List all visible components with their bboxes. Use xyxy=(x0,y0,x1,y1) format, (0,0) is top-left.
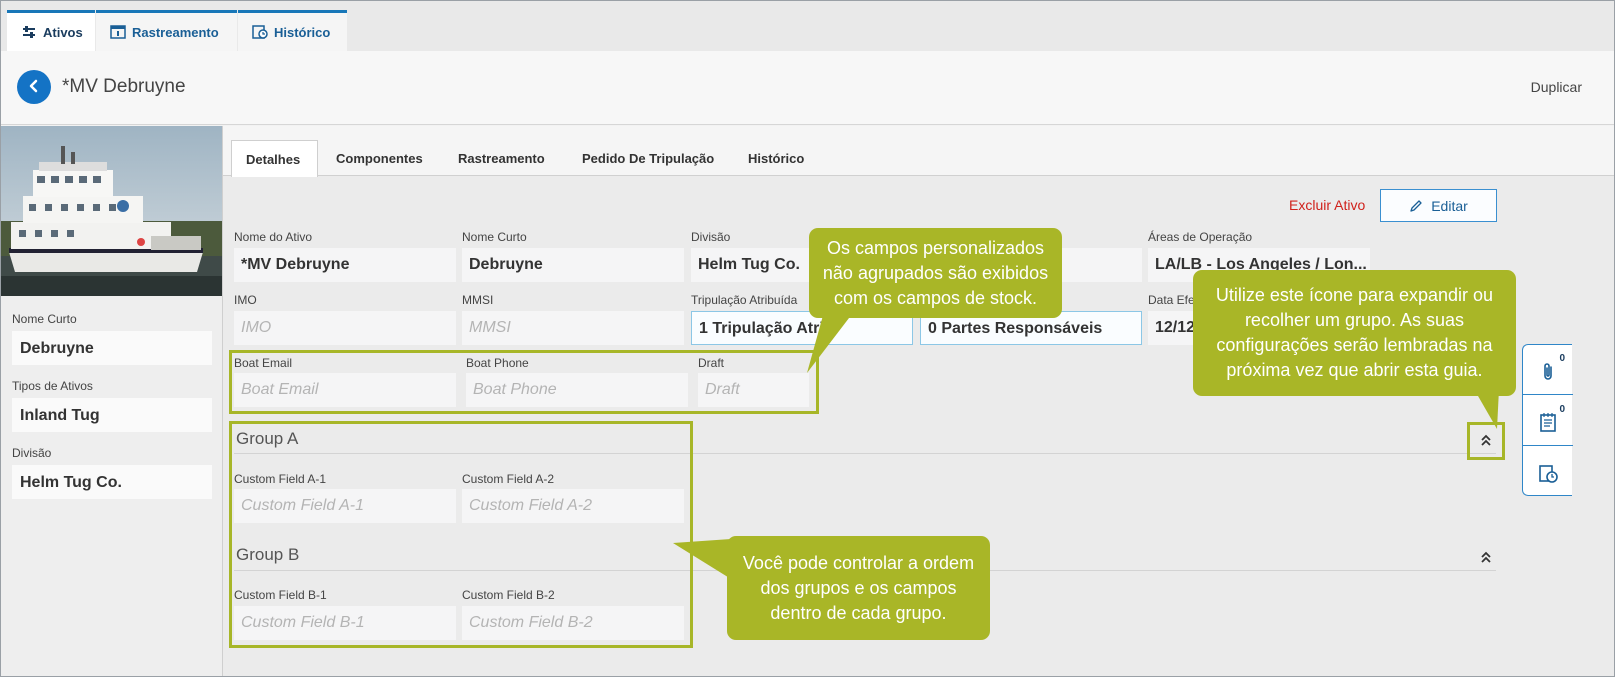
notes-button[interactable]: 0 xyxy=(1523,396,1573,446)
tab-historico[interactable]: Histórico xyxy=(734,140,818,177)
top-tab-rastreamento[interactable]: Rastreamento xyxy=(96,10,237,51)
chevron-left-icon xyxy=(27,77,41,98)
detail-tab-bar: Detalhes Componentes Rastreamento Pedido… xyxy=(223,126,1614,177)
asset-summary-panel: Nome Curto Debruyne Tipos de Ativos Inla… xyxy=(1,126,223,676)
pencil-icon xyxy=(1409,199,1423,213)
history-button[interactable] xyxy=(1523,447,1573,497)
page-title: *MV Debruyne xyxy=(62,76,186,97)
left-field-label: Nome Curto xyxy=(12,312,77,326)
notes-icon xyxy=(1538,412,1558,434)
top-tab-label: Rastreamento xyxy=(132,24,219,40)
left-field-value: Inland Tug xyxy=(12,398,212,432)
asset-header: *MV Debruyne Duplicar xyxy=(1,51,1614,125)
top-tab-ativos[interactable]: Ativos xyxy=(7,10,95,51)
history-icon xyxy=(252,25,268,39)
left-field-label: Tipos de Ativos xyxy=(12,379,93,393)
short-name-field[interactable]: Debruyne xyxy=(462,248,684,282)
field-label: IMO xyxy=(234,293,257,307)
field-label: Divisão xyxy=(691,230,731,244)
left-field-label: Divisão xyxy=(12,446,52,460)
left-field-value: Helm Tug Co. xyxy=(12,465,212,499)
tab-pedido-de-tripulacao[interactable]: Pedido De Tripulação xyxy=(568,140,728,177)
field-label: Tripulação Atribuída xyxy=(691,293,798,307)
top-tab-historico[interactable]: Histórico xyxy=(238,10,347,51)
highlight-ungrouped-fields xyxy=(229,350,819,414)
attachments-count: 0 xyxy=(1559,353,1565,364)
attachments-button[interactable]: 0 xyxy=(1523,345,1573,395)
field-label: Áreas de Operação xyxy=(1148,230,1253,244)
imo-field[interactable]: IMO xyxy=(234,311,456,345)
asset-photo xyxy=(1,126,222,296)
asset-name-field[interactable]: *MV Debruyne xyxy=(234,248,456,282)
callout-collapse-icon: Utilize este ícone para expandir ou reco… xyxy=(1193,270,1516,396)
app-window: Ativos Rastreamento Histórico *MV Debruy… xyxy=(0,0,1615,677)
history-icon xyxy=(1538,463,1558,485)
mmsi-field[interactable]: MMSI xyxy=(462,311,684,345)
back-button[interactable] xyxy=(17,70,51,104)
right-side-rail: 0 0 xyxy=(1522,344,1573,497)
callout-tail xyxy=(673,539,731,579)
edit-button[interactable]: Editar xyxy=(1380,189,1497,222)
chevron-double-up-icon xyxy=(1479,551,1493,568)
tab-detalhes[interactable]: Detalhes xyxy=(231,140,318,177)
collapse-group-b-button[interactable] xyxy=(1479,550,1493,564)
callout-ungrouped-fields: Os campos personalizados não agrupados s… xyxy=(809,228,1062,318)
tab-componentes[interactable]: Componentes xyxy=(322,140,437,177)
field-label: MMSI xyxy=(462,293,494,307)
delete-asset-button[interactable]: Excluir Ativo xyxy=(1289,197,1365,213)
top-tab-label: Ativos xyxy=(43,24,83,40)
top-tab-label: Histórico xyxy=(274,24,331,40)
tracking-icon xyxy=(110,25,126,39)
field-label: Nome do Ativo xyxy=(234,230,313,244)
callout-group-order: Você pode controlar a ordem dos grupos e… xyxy=(727,536,990,640)
highlight-groups xyxy=(229,421,693,648)
duplicate-button[interactable]: Duplicar xyxy=(1531,79,1582,95)
top-tab-bar: Ativos Rastreamento Histórico xyxy=(1,1,1614,51)
field-label: Data Efe xyxy=(1148,293,1195,307)
notes-count: 0 xyxy=(1559,404,1565,415)
tab-rastreamento[interactable]: Rastreamento xyxy=(444,140,559,177)
field-label: Nome Curto xyxy=(462,230,527,244)
left-field-value: Debruyne xyxy=(12,331,212,365)
edit-button-label: Editar xyxy=(1431,197,1468,214)
paperclip-icon xyxy=(1538,361,1558,383)
sliders-icon xyxy=(21,25,37,39)
